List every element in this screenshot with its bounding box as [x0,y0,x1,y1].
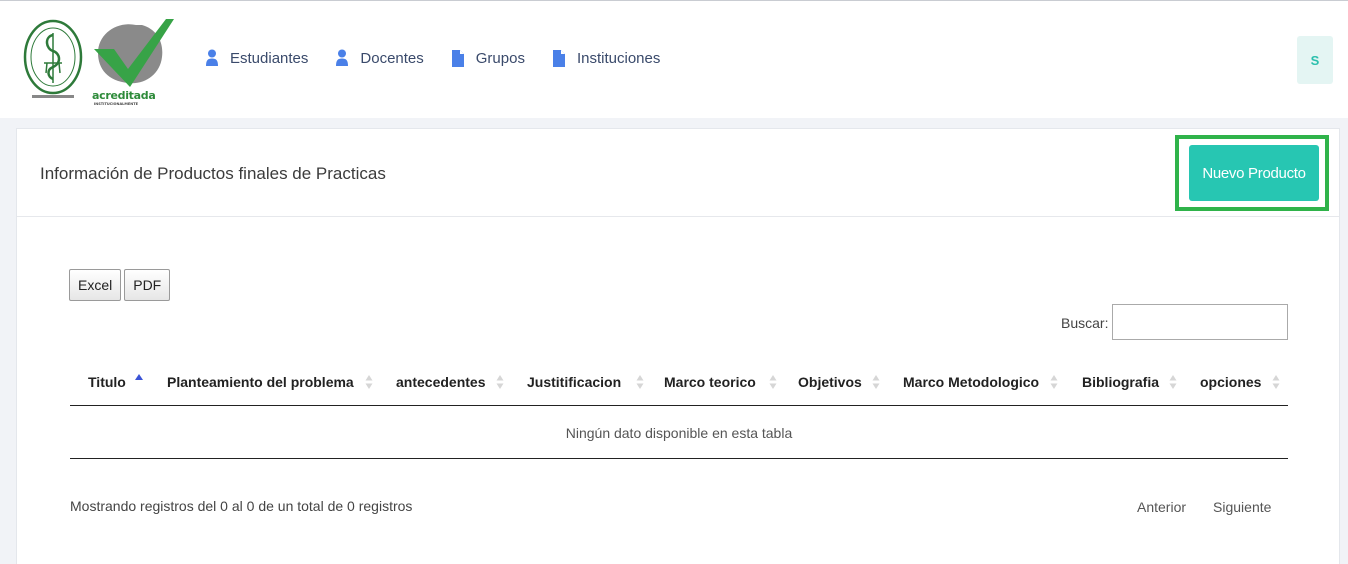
column-header-titulo[interactable]: Titulo [88,359,126,405]
university-seal-logo [23,19,83,98]
user-icon [336,49,349,66]
user-icon [206,49,218,66]
file-icon [552,49,565,67]
nav-item-grupos[interactable]: Grupos [451,49,525,67]
search-label: Buscar: [1061,315,1109,331]
nav-item-label: Estudiantes [230,49,309,67]
top-navbar: acreditada INSTITUCIONALMENTE Estudiante… [0,0,1348,118]
column-header-planteamiento[interactable]: Planteamiento del problema [167,359,354,405]
acreditada-subtext: INSTITUCIONALMENTE [94,102,138,106]
column-header-objetivos[interactable]: Objetivos [798,359,862,405]
sort-both-icon [636,375,644,389]
page-title: Información de Productos finales de Prac… [40,164,386,183]
nav-item-instituciones[interactable]: Instituciones [552,49,661,67]
column-header-marco-metodologico[interactable]: Marco Metodologico [903,359,1039,405]
sort-both-icon [496,375,504,389]
file-icon [451,49,464,67]
sort-both-icon [1169,375,1177,389]
next-page-link[interactable]: Siguiente [1213,499,1271,515]
column-header-marco-teorico[interactable]: Marco teorico [664,359,756,405]
card-header: Información de Productos finales de Prac… [17,129,1339,217]
nav-item-estudiantes[interactable]: Estudiantes [206,49,308,67]
sort-asc-icon [135,374,143,380]
new-product-button[interactable]: Nuevo Producto [1189,145,1319,201]
sort-both-icon [872,375,880,389]
nav-item-label: Docentes [360,49,424,67]
nav-item-label: Grupos [475,49,525,67]
sort-both-icon [1272,375,1280,389]
pagination: Anterior Siguiente [1137,499,1271,515]
acreditada-text: acreditada [92,89,156,102]
column-header-bibliografia[interactable]: Bibliografia [1082,359,1159,405]
column-header-opciones[interactable]: opciones [1200,359,1261,405]
pdf-export-button[interactable]: PDF [124,269,171,301]
excel-export-button[interactable]: Excel [69,269,122,301]
search-input[interactable] [1112,304,1288,340]
column-header-antecedentes[interactable]: antecedentes [396,359,485,405]
nav-item-label: Instituciones [576,49,661,67]
products-card: Información de Productos finales de Prac… [16,128,1340,564]
user-menu-button[interactable]: S [1297,36,1333,84]
previous-page-link[interactable]: Anterior [1137,499,1186,515]
table-header: Titulo Planteamiento del problema antece… [70,359,1288,406]
logos: acreditada INSTITUCIONALMENTE [22,13,174,107]
main-nav: Estudiantes Docentes Grupos Institucione… [206,49,688,67]
export-buttons: Excel PDF [69,269,173,301]
nav-item-docentes[interactable]: Docentes [336,49,424,67]
sort-both-icon [1050,375,1058,389]
column-header-justitificacion[interactable]: Justitificacion [527,359,621,405]
table-info: Mostrando registros del 0 al 0 de un tot… [70,498,413,514]
empty-table-row: Ningún dato disponible en esta tabla [70,407,1288,459]
sort-both-icon [365,375,373,389]
sort-both-icon [769,375,777,389]
